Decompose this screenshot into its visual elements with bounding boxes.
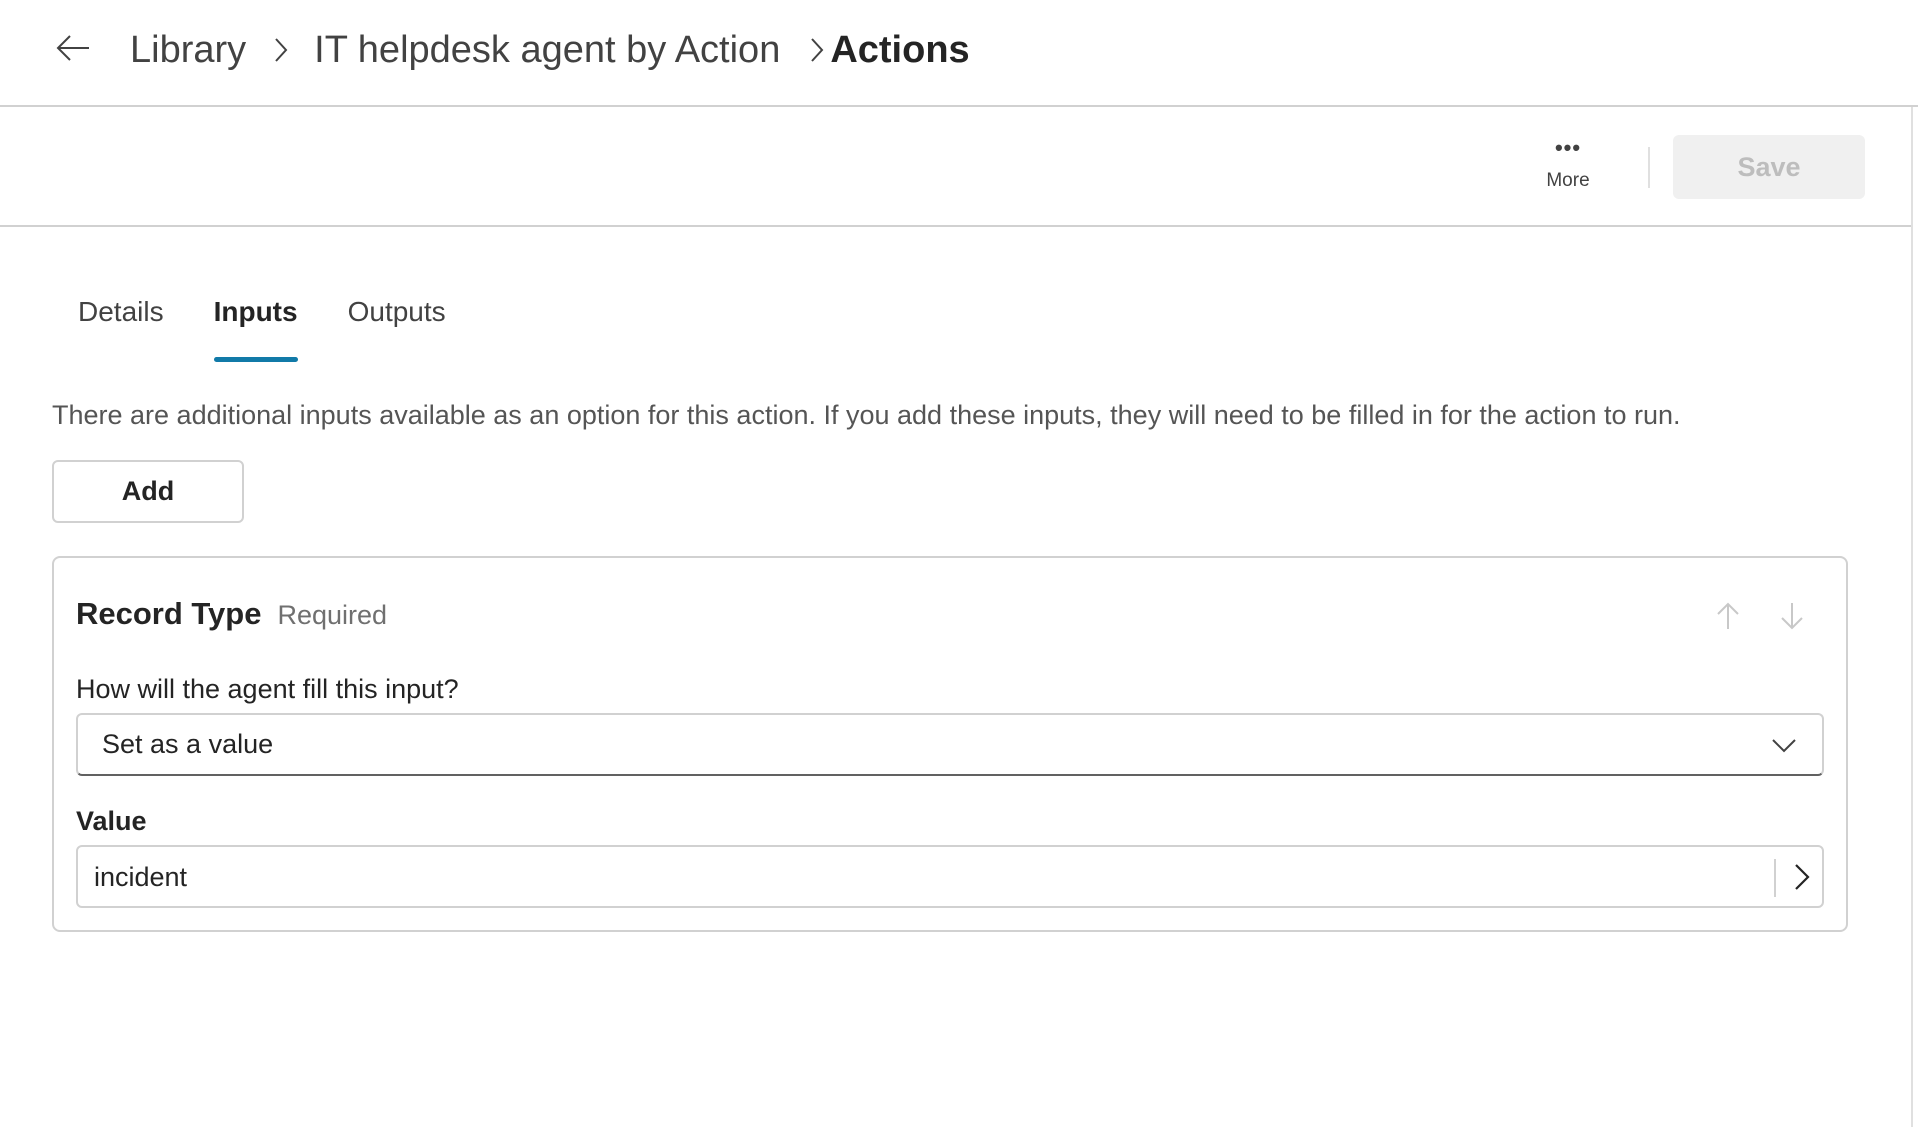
active-tab-indicator [213,357,298,362]
toolbar-divider [1648,147,1650,188]
expand-value-button[interactable] [1782,853,1822,901]
inputs-description: There are additional inputs available as… [52,400,1681,430]
value-input[interactable] [94,855,1744,899]
tab-outputs[interactable]: Outputs [348,296,446,366]
input-name: Record Type [76,596,262,631]
value-field-divider [1774,859,1776,897]
back-button[interactable] [50,28,96,68]
arrow-up-icon [1717,602,1739,629]
more-button[interactable]: ••• More [1520,135,1616,204]
fill-method-selected: Set as a value [102,729,274,759]
move-down-button[interactable] [1772,594,1812,638]
header-bar: Library IT helpdesk agent by Action Acti… [0,0,1918,107]
ellipsis-icon: ••• [1554,135,1582,160]
fill-method-label: How will the agent fill this input? [76,674,459,704]
breadcrumb-agent[interactable]: IT helpdesk agent by Action [314,29,780,72]
tab-label: Details [78,296,164,327]
breadcrumb-actions: Actions [830,28,970,71]
required-badge: Required [277,600,388,630]
tab-label: Inputs [213,296,298,327]
input-card-record-type: Record Type Required How will the agent … [52,556,1848,932]
tab-list: Details Inputs Outputs [78,296,496,366]
save-button[interactable]: Save [1673,135,1865,199]
value-field [76,845,1824,908]
command-bar [0,107,1912,227]
chevron-down-icon [1772,739,1796,753]
breadcrumb: Library IT helpdesk agent by Action Acti… [130,22,970,78]
breadcrumb-library[interactable]: Library [130,29,246,72]
chevron-right-icon [810,37,824,63]
chevron-right-icon [1795,864,1810,890]
value-label: Value [76,806,147,836]
add-input-button[interactable]: Add [52,460,244,523]
chevron-right-icon [274,37,288,63]
move-up-button[interactable] [1708,594,1748,638]
fill-method-dropdown[interactable]: Set as a value [76,713,1824,776]
panel-divider [1911,107,1913,1127]
arrow-left-icon [56,35,89,61]
tab-inputs[interactable]: Inputs [213,296,298,366]
tab-details[interactable]: Details [78,296,164,366]
input-card-header: Record Type Required [76,596,387,632]
arrow-down-icon [1781,603,1803,630]
tab-label: Outputs [347,296,446,327]
more-label: More [1546,170,1590,191]
